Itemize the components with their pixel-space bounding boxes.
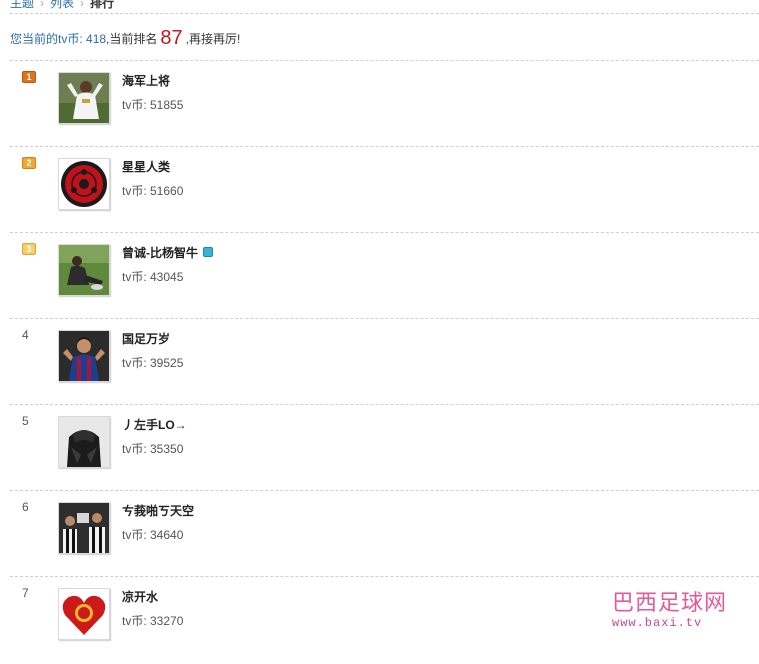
- divider: [10, 13, 759, 14]
- tv-coin-count: tv币: 33270: [122, 614, 184, 628]
- rank-badge: 3: [22, 243, 36, 255]
- manutd-heart-avatar[interactable]: [58, 588, 110, 640]
- dark-portrait-avatar[interactable]: [58, 416, 110, 468]
- rank-badge: 1: [22, 71, 36, 83]
- rank-number: 7: [22, 586, 29, 600]
- breadcrumb: 主题 › 列表 › 排行: [10, 0, 115, 10]
- user-name-link[interactable]: ㄘ莪啪ㄎ天空: [122, 502, 194, 519]
- divider: [10, 404, 759, 405]
- summary-rank: 87: [160, 27, 183, 49]
- summary-mid: ,当前排名: [106, 32, 158, 46]
- divider: [10, 490, 759, 491]
- summary-prefix: 您当前的tv币:: [10, 32, 83, 46]
- goalkeeper-avatar[interactable]: [58, 244, 110, 296]
- juventus-team-avatar[interactable]: [58, 502, 110, 554]
- rank-number: 6: [22, 500, 29, 514]
- user-name-link[interactable]: 海军上将: [122, 72, 170, 89]
- breadcrumb-link-0[interactable]: 主题: [10, 0, 34, 10]
- ranking-row: 6 ㄘ莪啪ㄎ天空 tv币: 34640: [10, 492, 759, 578]
- breadcrumb-current: 排行: [90, 0, 115, 10]
- divider: [10, 60, 759, 61]
- tv-coin-count: tv币: 51660: [122, 184, 184, 198]
- tv-coin-count: tv币: 43045: [122, 270, 184, 284]
- watermark-title: 巴西足球网: [612, 591, 728, 616]
- site-watermark: 巴西足球网 www.baxi.tv: [612, 592, 752, 636]
- divider: [10, 232, 759, 233]
- tv-coin-count: tv币: 51855: [122, 98, 184, 112]
- rank-number: 4: [22, 328, 29, 342]
- ranking-row: 3 曾诚-比杨智牛 tv币: 43045: [10, 234, 759, 320]
- ranking-row: 5 丿左手LO→ tv币: 35350: [10, 406, 759, 492]
- ranking-row: 4 国足万岁 tv币: 39525: [10, 320, 759, 406]
- user-name-link[interactable]: 曾诚-比杨智牛: [122, 244, 213, 261]
- watermark-url: www.baxi.tv: [612, 616, 703, 630]
- vip-gem-icon: [203, 247, 213, 257]
- sharingan-eye-avatar[interactable]: [58, 158, 110, 210]
- ranking-row: 1 海军上将 tv币: 51855: [10, 62, 759, 148]
- tv-coin-count: tv币: 34640: [122, 528, 184, 542]
- breadcrumb-link-1[interactable]: 列表: [50, 0, 74, 10]
- user-name-link[interactable]: 星星人类: [122, 158, 170, 175]
- summary-suffix: ,再接再厉!: [185, 32, 241, 46]
- rank-number: 5: [22, 414, 29, 428]
- divider: [10, 318, 759, 319]
- summary-coins: 418: [86, 32, 107, 46]
- rank-badge: 2: [22, 157, 36, 169]
- tv-coin-summary: 您当前的tv币: 418,当前排名 87 ,再接再厉!: [10, 26, 240, 50]
- user-name-text: 曾诚-比杨智牛: [122, 246, 198, 260]
- barcelona-player-avatar[interactable]: [58, 330, 110, 382]
- divider: [10, 576, 759, 577]
- tv-coin-count: tv币: 39525: [122, 356, 184, 370]
- tv-coin-count: tv币: 35350: [122, 442, 184, 456]
- user-name-link[interactable]: 国足万岁: [122, 330, 170, 347]
- divider: [10, 146, 759, 147]
- user-name-link[interactable]: 丿左手LO→: [122, 416, 187, 433]
- ranking-row: 2 星星人类 tv币: 51660: [10, 148, 759, 234]
- user-name-link[interactable]: 凉开水: [122, 588, 158, 605]
- soccer-player-avatar[interactable]: [58, 72, 110, 124]
